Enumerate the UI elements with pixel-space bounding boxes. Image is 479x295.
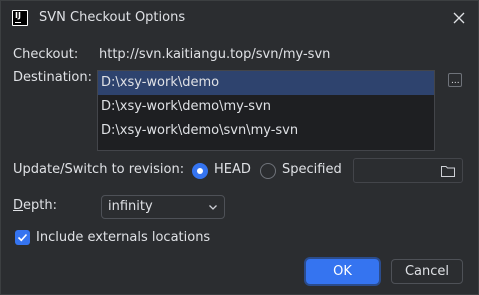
- chevron-down-icon: [209, 205, 217, 210]
- destination-item[interactable]: D:\xsy-work\demo\svn\my-svn: [98, 119, 434, 143]
- window-title: SVN Checkout Options: [39, 10, 186, 25]
- destination-item-selected[interactable]: D:\xsy-work\demo: [98, 71, 434, 95]
- depth-label-mnemonic: D: [13, 198, 24, 213]
- close-icon: [453, 12, 465, 24]
- folder-icon[interactable]: [440, 163, 456, 179]
- specified-revision-input[interactable]: [353, 158, 463, 183]
- include-externals-checkbox[interactable]: [15, 230, 30, 245]
- depth-label: Depth:: [13, 198, 57, 213]
- depth-dropdown[interactable]: infinity: [101, 195, 225, 219]
- checkmark-icon: [17, 233, 28, 242]
- checkout-url: http://svn.kaitiangu.top/svn/my-svn: [99, 47, 331, 62]
- head-radio-label[interactable]: HEAD: [214, 162, 251, 177]
- browse-destination-button[interactable]: ...: [448, 73, 462, 87]
- intellij-app-icon: IJ: [12, 10, 28, 26]
- specified-radio-label[interactable]: Specified: [282, 162, 342, 177]
- title-bar: IJ SVN Checkout Options: [1, 1, 478, 37]
- revision-label: Update/Switch to revision:: [13, 162, 185, 177]
- depth-label-rest: epth:: [23, 198, 57, 213]
- destination-list[interactable]: D:\xsy-work\demo D:\xsy-work\demo\my-svn…: [97, 70, 435, 151]
- specified-radio[interactable]: [260, 163, 276, 179]
- app-icon-text: IJ: [15, 11, 21, 20]
- svn-checkout-dialog: IJ SVN Checkout Options Checkout: http:/…: [0, 0, 479, 295]
- depth-selected-value: infinity: [108, 199, 153, 214]
- head-radio[interactable]: [192, 163, 208, 179]
- radio-selected-dot: [197, 168, 203, 174]
- checkout-label: Checkout:: [13, 47, 79, 62]
- ok-button[interactable]: OK: [306, 259, 379, 284]
- ellipsis-icon: ...: [451, 76, 460, 86]
- close-button[interactable]: [450, 9, 468, 27]
- cancel-button[interactable]: Cancel: [391, 259, 463, 284]
- include-externals-label[interactable]: Include externals locations: [36, 230, 210, 245]
- destination-label: Destination:: [13, 70, 92, 85]
- destination-item[interactable]: D:\xsy-work\demo\my-svn: [98, 95, 434, 119]
